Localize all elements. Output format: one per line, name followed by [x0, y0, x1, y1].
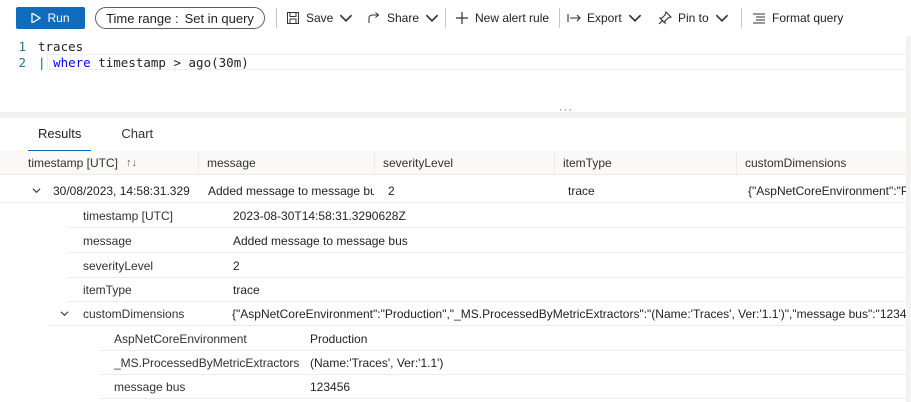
splitter-handle-icon[interactable]: ···: [559, 104, 573, 116]
chevron-down-icon: [60, 311, 68, 317]
grid-header: timestamp [UTC] ↑↓ message severityLevel…: [0, 151, 911, 175]
chevron-down-icon: [425, 14, 439, 22]
save-icon: [287, 12, 299, 24]
share-icon: [368, 12, 380, 23]
toolbar-divider: [276, 8, 277, 28]
detail-value: 2: [233, 258, 240, 273]
detail-label: itemType: [83, 282, 132, 297]
format-label: Format query: [772, 11, 844, 25]
detail-row: timestamp [UTC] 2023-08-30T14:58:31.3290…: [68, 203, 906, 228]
detail-label: message bus: [114, 379, 186, 394]
detail-label: timestamp [UTC]: [83, 208, 174, 223]
time-range-value: Set in query: [184, 10, 254, 26]
code-keyword: where: [53, 55, 91, 70]
new-alert-label: New alert rule: [475, 11, 550, 25]
detail-value: (Name:'Traces', Ver:'1.1'): [310, 355, 444, 370]
save-label: Save: [306, 11, 334, 25]
result-tabs: Results Chart: [28, 124, 163, 152]
query-editor[interactable]: 1 traces 2 | where timestamp > ago(30m): [0, 36, 911, 112]
detail-label: severityLevel: [83, 258, 154, 273]
tab-results[interactable]: Results: [28, 124, 92, 152]
share-label: Share: [387, 11, 420, 25]
table-row[interactable]: 30/08/2023, 14:58:31.329 Added message t…: [0, 178, 911, 203]
toolbar-divider: [741, 8, 742, 28]
new-alert-rule-button[interactable]: New alert rule: [455, 7, 549, 29]
pin-icon: [658, 11, 672, 25]
time-range-label: Time range :: [106, 10, 179, 26]
column-header-timestamp[interactable]: timestamp [UTC] ↑↓: [28, 151, 198, 175]
format-lines-icon: [753, 13, 765, 24]
detail-row: message bus 123456: [100, 374, 906, 399]
column-header-message[interactable]: message: [198, 151, 374, 175]
pane-splitter[interactable]: [0, 112, 911, 118]
column-header-label: timestamp [UTC]: [28, 156, 119, 170]
pin-to-button[interactable]: Pin to: [658, 7, 729, 29]
cell-severity: 2: [388, 183, 395, 198]
column-header-label: itemType: [563, 156, 612, 170]
row-expander[interactable]: [28, 178, 44, 203]
detail-row-customdimensions[interactable]: customDimensions {"AspNetCoreEnvironment…: [50, 301, 906, 326]
line-number: 1: [18, 39, 26, 54]
detail-value: 2023-08-30T14:58:31.3290628Z: [233, 208, 406, 223]
column-header-label: customDimensions: [745, 156, 847, 170]
toolbar-divider: [445, 8, 446, 28]
code-pipe: |: [38, 55, 46, 70]
save-button[interactable]: Save: [286, 7, 353, 29]
cell-customdimensions: {"AspNetCoreEnvironment":"P...: [748, 183, 906, 198]
chevron-down-icon: [32, 188, 40, 194]
detail-label: customDimensions: [83, 306, 185, 321]
column-header-customdimensions[interactable]: customDimensions: [736, 151, 906, 175]
detail-value: Added message to message bus: [233, 233, 408, 248]
detail-label: _MS.ProcessedByMetricExtractors: [114, 355, 300, 370]
share-button[interactable]: Share: [367, 7, 439, 29]
detail-value: 123456: [310, 379, 351, 394]
cell-timestamp: 30/08/2023, 14:58:31.329: [53, 183, 190, 198]
custom-dimensions-expander[interactable]: [56, 301, 72, 326]
sort-icon[interactable]: ↑↓: [126, 157, 137, 169]
run-label: Run: [47, 11, 70, 25]
code-text: traces: [38, 39, 84, 54]
vertical-scrollbar[interactable]: [906, 36, 911, 402]
column-header-label: severityLevel: [383, 156, 454, 170]
detail-row: severityLevel 2: [68, 253, 906, 278]
chevron-down-icon: [715, 14, 728, 22]
export-button[interactable]: Export: [567, 7, 642, 29]
code-rest: timestamp > ago(30m): [90, 55, 249, 70]
chevron-down-icon: [340, 14, 353, 22]
detail-row: message Added message to message bus: [68, 228, 906, 253]
time-range-button[interactable]: Time range : Set in query: [95, 7, 265, 29]
column-header-itemtype[interactable]: itemType: [554, 151, 736, 175]
detail-row: AspNetCoreEnvironment Production: [100, 326, 906, 351]
detail-value: {"AspNetCoreEnvironment":"Production","_…: [232, 306, 906, 321]
detail-value: trace: [233, 282, 260, 297]
query-toolbar: Run Time range : Set in query Save Share…: [0, 0, 911, 36]
cell-itemtype: trace: [568, 183, 595, 198]
format-query-button[interactable]: Format query: [752, 7, 843, 29]
detail-value: Production: [310, 331, 368, 346]
column-header-label: message: [207, 156, 256, 170]
export-label: Export: [587, 11, 622, 25]
column-header-severity[interactable]: severityLevel: [374, 151, 554, 175]
run-button[interactable]: Run: [16, 7, 85, 29]
play-icon: [31, 13, 42, 23]
plus-icon: [456, 12, 468, 24]
code-line[interactable]: 2 | where timestamp > ago(30m): [0, 55, 249, 71]
detail-row: itemType trace: [68, 277, 906, 302]
detail-label: message: [83, 233, 132, 248]
toolbar-divider: [559, 8, 560, 28]
code-line[interactable]: 1 traces: [0, 39, 83, 55]
cell-message: Added message to message bus: [208, 183, 374, 198]
detail-label: AspNetCoreEnvironment: [114, 331, 247, 346]
code-text: | where timestamp > ago(30m): [38, 55, 249, 71]
arrow-right-icon: [567, 14, 581, 22]
line-number: 2: [18, 55, 26, 70]
chevron-down-icon: [628, 14, 641, 22]
tab-chart[interactable]: Chart: [111, 124, 163, 148]
detail-row: _MS.ProcessedByMetricExtractors (Name:'T…: [100, 350, 906, 375]
pin-label: Pin to: [678, 11, 709, 25]
